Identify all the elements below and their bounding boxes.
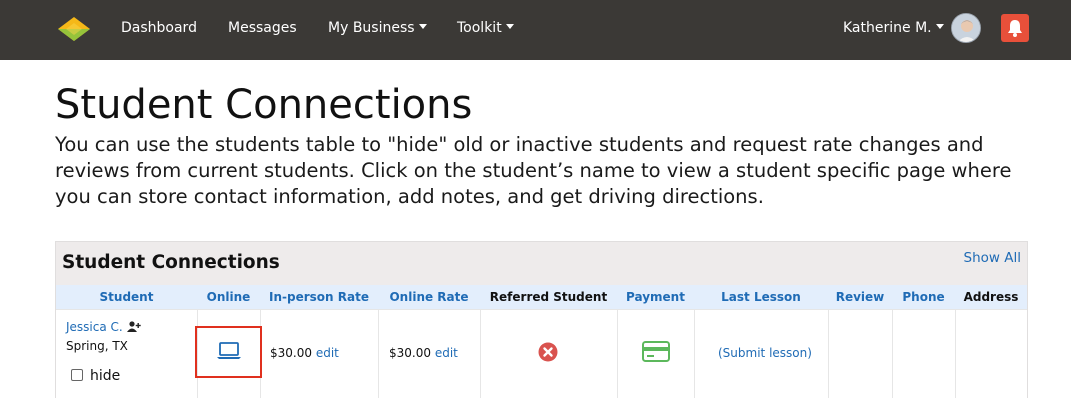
show-all-link[interactable]: Show All bbox=[964, 250, 1021, 266]
column-divider bbox=[828, 309, 829, 398]
column-divider bbox=[617, 309, 618, 398]
chevron-down-icon bbox=[935, 24, 944, 29]
online-rate: $30.00 bbox=[389, 346, 431, 360]
col-header-phone[interactable]: Phone bbox=[892, 285, 955, 309]
col-header-referred-student: Referred Student bbox=[489, 290, 608, 304]
col-header-inperson-rate[interactable]: In-person Rate bbox=[260, 285, 378, 309]
column-divider bbox=[694, 309, 695, 398]
user-name: Katherine M. bbox=[843, 20, 932, 36]
chevron-down-icon bbox=[505, 24, 514, 29]
col-header-address: Address bbox=[963, 290, 1019, 304]
add-user-icon bbox=[126, 321, 141, 332]
laptop-icon[interactable] bbox=[216, 342, 242, 364]
nav-toolkit[interactable]: Toolkit bbox=[457, 19, 514, 37]
student-name-link[interactable]: Jessica C. bbox=[66, 320, 141, 334]
column-divider bbox=[378, 309, 379, 398]
bell-icon bbox=[1008, 20, 1022, 37]
panel-title: Student Connections bbox=[62, 252, 280, 273]
col-header-online-rate[interactable]: Online Rate bbox=[378, 285, 480, 309]
column-divider bbox=[480, 309, 481, 398]
nav-my-business[interactable]: My Business bbox=[328, 19, 427, 37]
inperson-rate-cell: $30.00 edit bbox=[270, 346, 339, 360]
page-title: Student Connections bbox=[55, 82, 473, 128]
user-menu[interactable]: Katherine M. bbox=[843, 19, 944, 37]
intro-line: reviews from current students. Click on … bbox=[55, 159, 1012, 182]
hide-label[interactable]: hide bbox=[90, 368, 120, 384]
table-header-row: Student Online In-person Rate Online Rat… bbox=[56, 285, 1027, 309]
page-intro: You can use the students table to "hide"… bbox=[55, 132, 1025, 210]
nav-messages-label: Messages bbox=[228, 20, 297, 36]
nav-toolkit-label: Toolkit bbox=[457, 20, 502, 36]
nav-dashboard-label: Dashboard bbox=[121, 20, 197, 36]
hide-checkbox[interactable] bbox=[71, 369, 83, 381]
intro-line: You can use the students table to "hide"… bbox=[55, 133, 984, 156]
avatar[interactable] bbox=[951, 13, 981, 43]
col-header-last-lesson[interactable]: Last Lesson bbox=[694, 285, 828, 309]
notifications-button[interactable] bbox=[1001, 14, 1029, 42]
panel-header: Student Connections Show All bbox=[56, 242, 1027, 285]
x-circle-icon bbox=[538, 342, 558, 366]
nav-dashboard[interactable]: Dashboard bbox=[121, 19, 197, 37]
inperson-rate: $30.00 bbox=[270, 346, 312, 360]
nav-my-business-label: My Business bbox=[328, 20, 415, 36]
col-header-review[interactable]: Review bbox=[828, 285, 892, 309]
intro-line: you can store contact information, add n… bbox=[55, 185, 764, 208]
col-header-payment[interactable]: Payment bbox=[617, 285, 694, 309]
nav-messages[interactable]: Messages bbox=[228, 19, 297, 37]
column-divider bbox=[955, 309, 956, 398]
submit-lesson-link[interactable]: (Submit lesson) bbox=[718, 346, 812, 360]
edit-online-rate-link[interactable]: edit bbox=[435, 346, 458, 360]
edit-inperson-rate-link[interactable]: edit bbox=[316, 346, 339, 360]
logo-icon[interactable] bbox=[56, 14, 92, 44]
col-header-student[interactable]: Student bbox=[56, 285, 197, 309]
column-divider bbox=[892, 309, 893, 398]
student-connections-panel: Student Connections Show All Student Onl… bbox=[55, 241, 1028, 398]
student-name: Jessica C. bbox=[66, 320, 123, 334]
student-location: Spring, TX bbox=[66, 339, 128, 353]
chevron-down-icon bbox=[418, 24, 427, 29]
online-rate-cell: $30.00 edit bbox=[389, 346, 458, 360]
top-navbar: Dashboard Messages My Business Toolkit K… bbox=[0, 0, 1071, 60]
col-header-online[interactable]: Online bbox=[197, 285, 260, 309]
credit-card-icon[interactable] bbox=[642, 341, 670, 366]
